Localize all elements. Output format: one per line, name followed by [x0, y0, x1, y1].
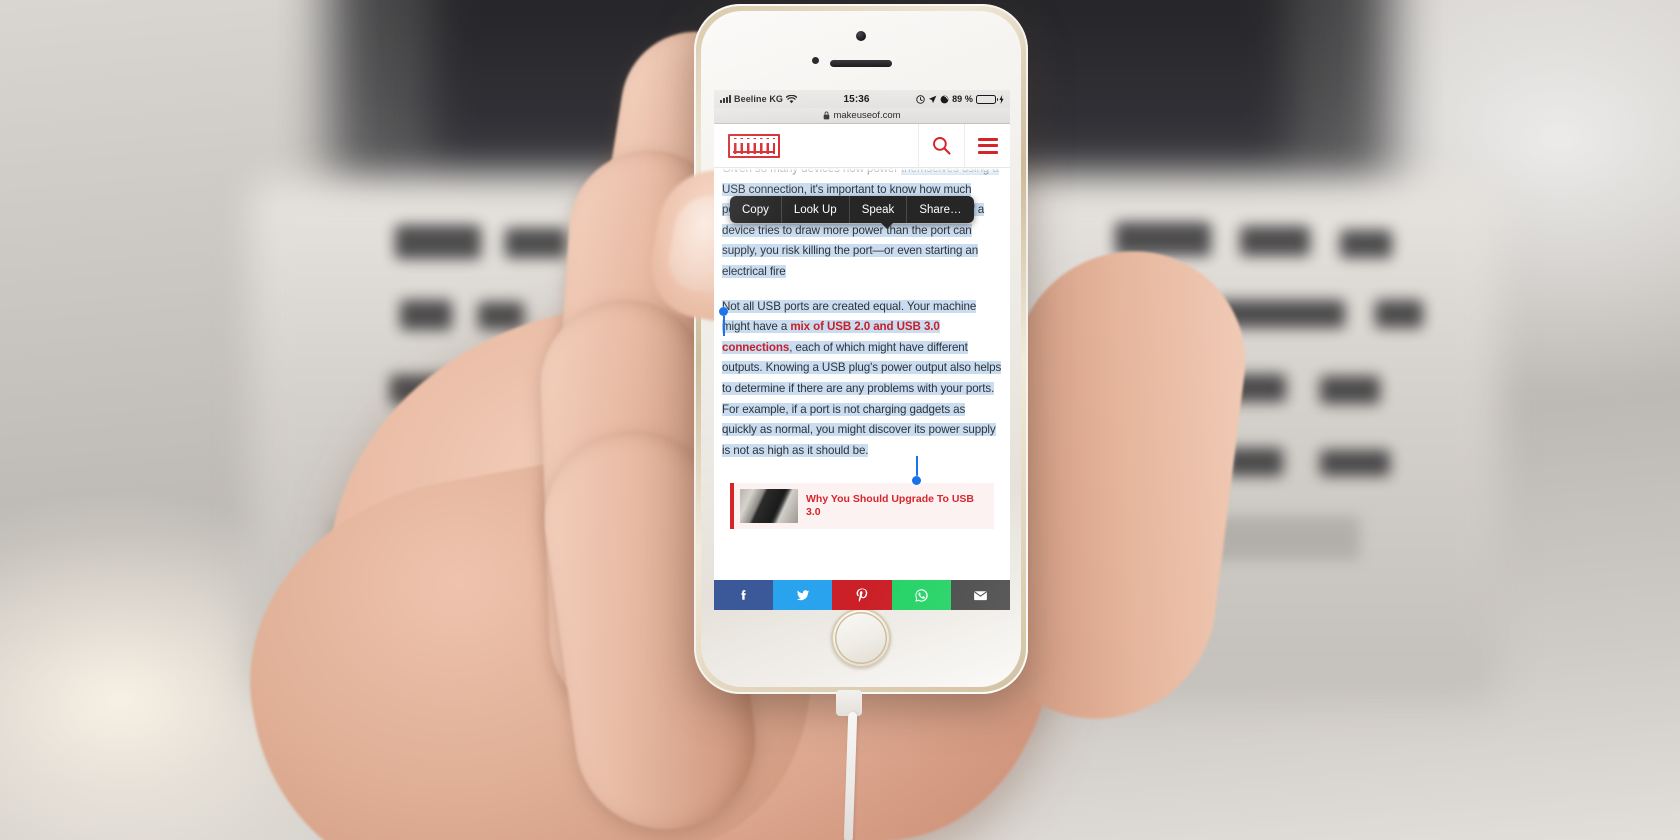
share-button-whatsapp[interactable]: [891, 580, 951, 610]
keyboard-key: [478, 302, 524, 330]
charging-bolt-icon: [999, 94, 1004, 104]
keyboard-key: [505, 228, 567, 258]
related-article-card[interactable]: Why You Should Upgrade To USB 3.0: [730, 483, 994, 530]
usb-drive-thumbnail: [740, 489, 798, 524]
share-button-twitter[interactable]: [773, 580, 833, 610]
share-button-facebook[interactable]: [714, 580, 774, 610]
earpiece-speaker-icon: [830, 60, 892, 67]
carrier-label: Beeline KG: [734, 94, 784, 104]
article-paragraph-2-after-link: , each of which might have different out…: [722, 340, 1002, 457]
callout-item-share[interactable]: Share…: [907, 196, 973, 223]
callout-item-copy[interactable]: Copy: [730, 196, 782, 223]
url-text: makeuseof.com: [833, 110, 901, 121]
social-share-bar: [714, 580, 1010, 610]
phone-screen: Beeline KG 15:36 89 % makeuseof.com Give…: [714, 90, 1010, 610]
share-button-pinterest[interactable]: [832, 580, 892, 610]
selection-handle-start[interactable]: [719, 307, 728, 336]
rotation-lock-icon: [940, 95, 949, 103]
keyboard-key: [1320, 376, 1380, 404]
selection-handle-start-stem: [722, 316, 725, 336]
status-bar-clock: 15:36: [843, 93, 870, 105]
home-button[interactable]: [831, 608, 891, 668]
facebook-icon: [741, 589, 747, 600]
search-icon: [933, 137, 951, 155]
hamburger-menu-icon: [977, 137, 998, 154]
keyboard-key: [1240, 226, 1310, 256]
selection-handle-end[interactable]: [912, 456, 921, 485]
keyboard-key: [1320, 450, 1390, 476]
article-paragraph-2: Not all USB ports are created equal. You…: [722, 297, 1002, 462]
home-button-ring: [835, 612, 887, 664]
safari-url-bar[interactable]: makeuseof.com: [714, 108, 1010, 124]
selection-handle-end-knob: [912, 476, 921, 485]
battery-percent-label: 89 %: [952, 94, 973, 104]
muo-logo: [728, 133, 780, 158]
battery-icon: [976, 94, 998, 104]
keyboard-key: [1375, 300, 1423, 328]
twitter-icon: [796, 590, 810, 601]
wifi-icon: [786, 94, 798, 103]
status-bar: Beeline KG 15:36 89 %: [714, 90, 1010, 108]
keyboard-key: [1340, 230, 1392, 258]
selection-handle-end-stem: [915, 456, 918, 476]
selection-handle-start-knob: [719, 307, 728, 316]
search-button[interactable]: [918, 123, 964, 168]
status-bar-left: Beeline KG: [720, 94, 798, 104]
pinterest-icon: [856, 588, 868, 602]
keyboard-key: [400, 300, 452, 330]
callout-menu-arrow: [880, 222, 894, 229]
callout-item-look-up[interactable]: Look Up: [782, 196, 850, 223]
proximity-sensor-icon: [812, 57, 819, 64]
related-article-title: Why You Should Upgrade To USB 3.0: [806, 493, 974, 519]
status-bar-right: 89 %: [916, 94, 1004, 104]
whatsapp-icon: [915, 588, 928, 602]
menu-button[interactable]: [964, 123, 1010, 168]
front-camera-icon: [856, 31, 866, 41]
share-button-email[interactable]: [950, 580, 1010, 610]
article-body[interactable]: Given so many devices now power themselv…: [714, 168, 1010, 596]
keyboard-key: [395, 225, 481, 259]
email-icon: [974, 590, 987, 600]
article-paragraph-1-cut-line: Given so many devices now power: [722, 168, 899, 175]
lock-icon: [824, 111, 830, 120]
text-selection-callout-menu[interactable]: Copy Look Up Speak Share…: [730, 196, 974, 223]
article-paragraph-1: Given so many devices now power themselv…: [722, 168, 1002, 283]
signal-bars-icon: [720, 95, 731, 103]
callout-item-speak[interactable]: Speak: [850, 196, 908, 223]
site-logo-link[interactable]: [714, 133, 918, 158]
do-not-disturb-icon: [916, 94, 925, 104]
site-header: [714, 123, 1010, 168]
location-arrow-icon: [928, 95, 937, 103]
